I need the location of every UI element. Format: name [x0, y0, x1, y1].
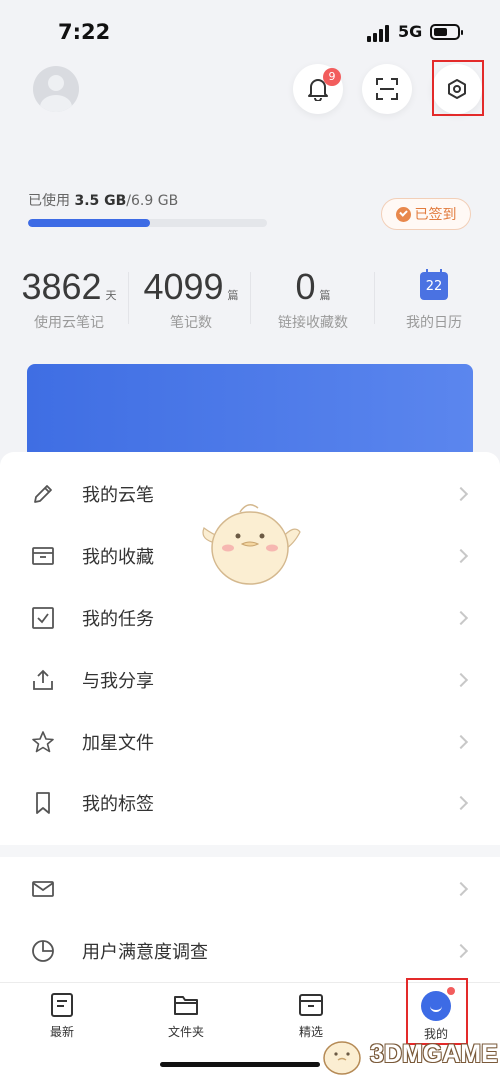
- check-circle-icon: [395, 206, 411, 222]
- tab-label: 最新: [49, 1025, 74, 1039]
- chevron-right-icon: [453, 672, 469, 688]
- stat-label: 链接收藏数: [278, 315, 348, 331]
- stat-label: 我的日历: [406, 315, 462, 331]
- bookmark-icon: [30, 790, 56, 816]
- chevron-right-icon: [453, 486, 469, 502]
- section-divider: [0, 845, 500, 857]
- storage-progress-bar: [28, 219, 267, 227]
- mail-icon: [30, 876, 56, 902]
- stat-links[interactable]: 0篇 链接收藏数: [254, 266, 372, 332]
- chevron-right-icon: [453, 943, 469, 959]
- tab-label: 文件夹: [167, 1025, 204, 1039]
- menu-item-mail[interactable]: [0, 858, 500, 920]
- storage-prefix: 已使用: [28, 193, 75, 209]
- mascot-illustration: [202, 504, 301, 585]
- stat-unit: 天: [105, 289, 117, 302]
- storage-usage-text: 已使用 3.5 GB/6.9 GB: [28, 190, 178, 210]
- avatar[interactable]: [33, 66, 79, 112]
- stat-label: 使用云笔记: [34, 315, 104, 331]
- menu-label: 我的云笔: [82, 485, 154, 506]
- home-indicator: [160, 1062, 320, 1067]
- folder-icon: [172, 991, 200, 1019]
- notification-button[interactable]: 9: [293, 64, 343, 114]
- storage-used: 3.5 GB: [74, 193, 127, 209]
- storage-progress-fill: [28, 219, 150, 227]
- stat-label: 笔记数: [170, 315, 212, 331]
- promo-banner[interactable]: [27, 364, 473, 459]
- menu-item-survey[interactable]: 用户满意度调查: [0, 920, 500, 982]
- chevron-right-icon: [453, 610, 469, 626]
- menu-label: 加星文件: [82, 733, 154, 754]
- stat-notes[interactable]: 4099 篇 笔记数: [132, 266, 250, 332]
- notification-badge: 9: [323, 68, 341, 86]
- stat-days[interactable]: 3862 天 使用云笔记: [14, 266, 124, 332]
- chevron-right-icon: [453, 548, 469, 564]
- share-icon: [30, 667, 56, 693]
- chevron-right-icon: [453, 734, 469, 750]
- stat-calendar[interactable]: 22 我的日历: [378, 269, 490, 332]
- storage-total: /6.9 GB: [126, 193, 179, 209]
- scan-icon: [376, 78, 398, 100]
- menu-label: 我的任务: [82, 609, 154, 630]
- tab-folders[interactable]: 文件夹: [146, 991, 226, 1040]
- watermark-text: 3DMGAME: [370, 1040, 498, 1068]
- menu-item-tasks[interactable]: 我的任务: [0, 587, 500, 649]
- status-time: 7:22: [58, 20, 111, 44]
- menu-item-starred[interactable]: 加星文件: [0, 711, 500, 773]
- divider: [374, 272, 375, 324]
- chevron-right-icon: [453, 795, 469, 811]
- battery-icon: [430, 24, 463, 40]
- menu-label: 我的收藏: [82, 547, 154, 568]
- stat-value: 0: [295, 266, 316, 307]
- settings-highlight-box: [432, 60, 484, 116]
- box-icon: [297, 991, 325, 1019]
- sign-in-label: 已签到: [414, 207, 457, 223]
- network-type: 5G: [398, 22, 423, 41]
- menu-label: 与我分享: [82, 671, 154, 692]
- divider: [128, 272, 129, 324]
- document-icon: [48, 991, 76, 1019]
- signal-icon: [367, 24, 391, 42]
- inbox-icon: [30, 543, 56, 569]
- watermark: 3DMGAME: [318, 1030, 498, 1080]
- pencil-icon: [30, 481, 56, 507]
- stat-value: 3862: [21, 266, 102, 307]
- menu-item-shared[interactable]: 与我分享: [0, 649, 500, 711]
- star-icon: [30, 729, 56, 755]
- pie-chart-icon: [30, 938, 56, 964]
- stat-unit: 篇: [319, 289, 331, 302]
- checkbox-icon: [30, 605, 56, 631]
- stat-value: 4099: [143, 266, 224, 307]
- sign-in-button[interactable]: 已签到: [381, 198, 471, 230]
- divider: [250, 272, 251, 324]
- chevron-right-icon: [453, 881, 469, 897]
- tab-latest[interactable]: 最新: [22, 991, 102, 1040]
- menu-label: 用户满意度调查: [82, 942, 208, 963]
- scan-button[interactable]: [362, 64, 412, 114]
- menu-item-tags[interactable]: 我的标签: [0, 772, 500, 834]
- calendar-icon: 22: [420, 269, 448, 300]
- status-bar: 7:22 5G: [0, 0, 500, 62]
- watermark-mascot-icon: [323, 1041, 361, 1075]
- menu-label: 我的标签: [82, 794, 154, 815]
- stat-unit: 篇: [227, 289, 239, 302]
